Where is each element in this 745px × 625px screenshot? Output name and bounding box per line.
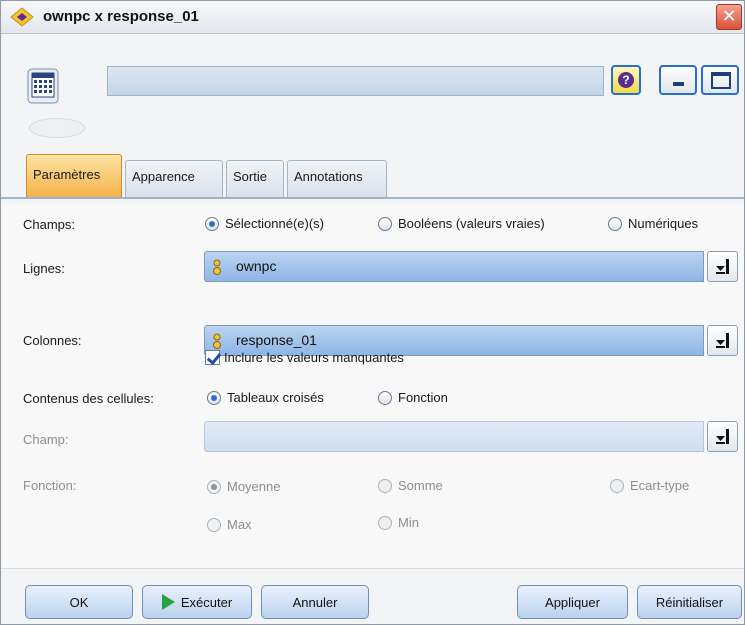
minimize-button[interactable] xyxy=(659,65,697,95)
appliquer-button[interactable]: Appliquer xyxy=(517,585,628,619)
node-name-bar[interactable] xyxy=(107,66,604,96)
help-icon: ? xyxy=(618,72,634,88)
fonction-radio-min: Min xyxy=(378,515,419,530)
radio-icon xyxy=(378,390,392,405)
executer-label: Exécuter xyxy=(180,594,233,610)
radio-icon xyxy=(610,478,624,493)
radio-icon xyxy=(378,478,392,493)
champ-field xyxy=(204,421,704,452)
fonction-radio-max: Max xyxy=(207,517,252,532)
champ-picker-button[interactable] xyxy=(707,421,738,452)
champs-label: Champs: xyxy=(23,217,76,232)
radio-icon xyxy=(378,216,392,231)
field-picker-icon xyxy=(716,429,729,444)
fonction-label: Fonction: xyxy=(23,478,77,493)
dialog-window: ownpc x response_01 ✕ ? Paramètres Appar… xyxy=(0,0,745,625)
fonction-radio-somme: Somme xyxy=(378,478,443,493)
minimize-icon xyxy=(673,82,684,86)
tab-bar: Paramètres Apparence Sortie Annotations xyxy=(1,154,744,203)
reinitialiser-button[interactable]: Réinitialiser xyxy=(637,585,742,619)
lignes-value: ownpc xyxy=(236,258,277,274)
radio-label: Booléens (valeurs vraies) xyxy=(398,216,545,231)
title-bar[interactable]: ownpc x response_01 ✕ xyxy=(1,1,744,34)
champs-radio-numeriques[interactable]: Numériques xyxy=(608,216,698,231)
fonction-radio-moyenne: Moyenne xyxy=(207,479,280,494)
colonnes-picker-button[interactable] xyxy=(707,325,738,356)
inclure-label: Inclure les valeurs manquantes xyxy=(224,350,404,365)
dialog-footer: OK Exécuter Annuler Appliquer Réinitiali… xyxy=(1,568,744,624)
lignes-label: Lignes: xyxy=(23,261,65,276)
tab-divider xyxy=(1,197,744,199)
tab-apparence[interactable]: Apparence xyxy=(125,160,223,198)
executer-button[interactable]: Exécuter xyxy=(142,585,252,619)
contenus-radio-tableaux[interactable]: Tableaux croisés xyxy=(207,390,324,405)
radio-label: Fonction xyxy=(398,390,448,405)
radio-selected-icon xyxy=(207,479,221,494)
lignes-picker-button[interactable] xyxy=(707,251,738,282)
tab-sortie[interactable]: Sortie xyxy=(226,160,284,198)
settings-form: Champs: Sélectionné(e)(s) Booléens (vale… xyxy=(1,204,744,568)
maximize-icon xyxy=(711,72,731,89)
radio-label: Ecart-type xyxy=(630,478,690,493)
champs-radio-booleens[interactable]: Booléens (valeurs vraies) xyxy=(378,216,545,231)
lignes-field[interactable]: ownpc xyxy=(204,251,704,282)
tab-annotations[interactable]: Annotations xyxy=(287,160,387,198)
colonnes-value: response_01 xyxy=(236,332,317,348)
checkbox-checked-icon xyxy=(205,350,220,365)
help-button[interactable]: ? xyxy=(611,65,641,95)
field-type-icon xyxy=(213,259,221,275)
field-picker-icon xyxy=(716,333,729,348)
play-icon xyxy=(161,594,175,610)
maximize-button[interactable] xyxy=(701,65,739,95)
dialog-header: ? xyxy=(1,35,744,153)
window-title: ownpc x response_01 xyxy=(43,8,199,25)
contenus-label: Contenus des cellules: xyxy=(23,391,154,406)
fonction-radio-ecart-type: Ecart-type xyxy=(610,478,689,493)
close-icon[interactable]: ✕ xyxy=(716,4,742,30)
field-picker-icon xyxy=(716,259,729,274)
radio-label: Somme xyxy=(398,478,443,493)
champs-radio-selectionne[interactable]: Sélectionné(e)(s) xyxy=(205,216,324,231)
inclure-checkbox[interactable]: Inclure les valeurs manquantes xyxy=(205,350,404,365)
matrix-node-icon xyxy=(10,7,34,27)
radio-label: Moyenne xyxy=(227,479,281,494)
radio-label: Min xyxy=(398,515,419,530)
champ-label: Champ: xyxy=(23,432,69,447)
matrix-node-icon xyxy=(27,68,59,104)
radio-label: Max xyxy=(227,517,252,532)
radio-selected-icon xyxy=(207,390,221,405)
radio-icon xyxy=(378,515,392,530)
colonnes-label: Colonnes: xyxy=(23,333,82,348)
radio-label: Sélectionné(e)(s) xyxy=(225,216,324,231)
tab-parametres[interactable]: Paramètres xyxy=(26,154,122,198)
radio-label: Numériques xyxy=(628,216,699,231)
radio-icon xyxy=(207,517,221,532)
node-pedestal xyxy=(29,118,85,138)
contenus-radio-fonction[interactable]: Fonction xyxy=(378,390,448,405)
radio-icon xyxy=(608,216,622,231)
annuler-button[interactable]: Annuler xyxy=(261,585,369,619)
field-type-icon xyxy=(213,333,221,349)
ok-button[interactable]: OK xyxy=(25,585,133,619)
radio-label: Tableaux croisés xyxy=(227,390,324,405)
radio-selected-icon xyxy=(205,216,219,231)
